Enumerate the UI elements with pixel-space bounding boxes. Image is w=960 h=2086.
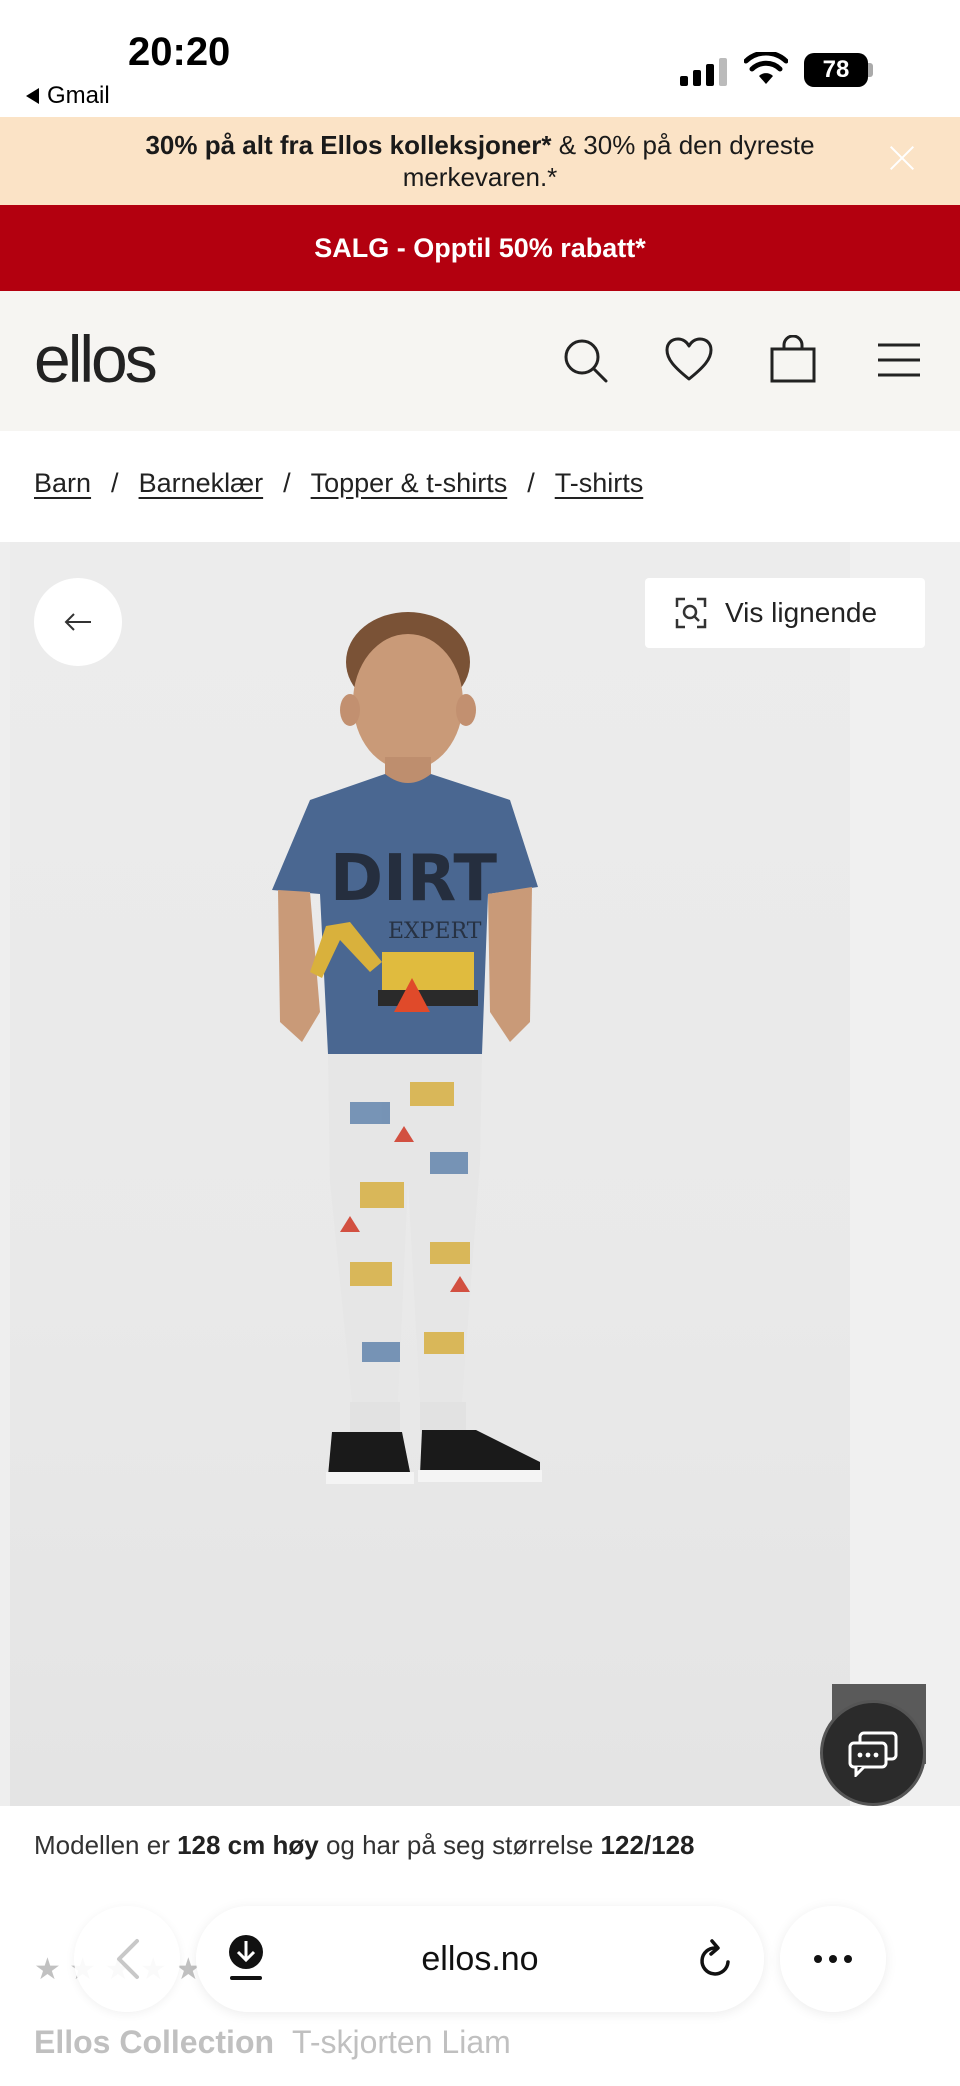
browser-back-button[interactable] [74, 1906, 180, 2012]
show-similar-label: Vis lignende [725, 597, 878, 628]
chat-button[interactable] [820, 1700, 926, 1806]
shopping-bag-icon[interactable] [768, 335, 818, 385]
model-info-middle: og har på seg størrelse [318, 1830, 601, 1860]
wifi-icon [744, 52, 788, 84]
product-brand: Ellos Collection [34, 2024, 275, 2060]
search-icon[interactable] [560, 335, 610, 385]
breadcrumb-separator: / [527, 468, 535, 498]
model-info: Modellen er 128 cm høy og har på seg stø… [34, 1830, 695, 1861]
url-text: ellos.no [421, 1940, 539, 1978]
promo-bold-text: 30% på alt fra Ellos kolleksjoner* [145, 130, 552, 160]
model-info-prefix: Modellen er [34, 1830, 178, 1860]
product-gallery[interactable]: DIRT EXPERT Vis lignende [0, 542, 960, 1806]
menu-icon[interactable] [874, 335, 924, 385]
product-title: Ellos Collection T-skjorten Liam [34, 2024, 511, 2061]
promo-banner[interactable]: 30% på alt fra Ellos kolleksjoner* & 30%… [0, 117, 960, 205]
address-bar[interactable]: ellos.no [196, 1906, 764, 2012]
breadcrumb-topper[interactable]: Topper & t-shirts [311, 468, 508, 499]
ellos-logo[interactable]: ellos [34, 321, 158, 397]
promo-close-icon[interactable] [888, 144, 916, 172]
more-dot [844, 1955, 852, 1963]
gallery-back-button[interactable] [34, 578, 122, 666]
more-dot [814, 1955, 822, 1963]
product-photo[interactable]: DIRT EXPERT [10, 542, 850, 1806]
breadcrumb-barn[interactable]: Barn [34, 468, 91, 499]
battery-cap [868, 63, 873, 77]
site-header: ellos [0, 291, 960, 431]
battery-level: 78 [822, 56, 850, 83]
model-size: 122/128 [600, 1830, 695, 1860]
more-dot [829, 1955, 837, 1963]
product-name: T-skjorten Liam [292, 2024, 511, 2060]
visual-search-icon [675, 597, 707, 629]
breadcrumb-separator: / [111, 468, 119, 498]
chevron-left-icon [117, 1939, 139, 1979]
svg-text:DIRT: DIRT [330, 842, 497, 916]
show-similar-button[interactable]: Vis lignende [645, 578, 925, 648]
svg-text:EXPERT: EXPERT [388, 919, 482, 944]
next-photo-peek[interactable] [850, 542, 960, 1806]
more-options-button[interactable] [780, 1906, 886, 2012]
status-bar: 20:20 Gmail 78 [0, 0, 960, 117]
back-triangle-icon [26, 88, 39, 104]
model-illustration: DIRT EXPERT [272, 612, 542, 1484]
breadcrumb-separator: / [283, 468, 291, 498]
breadcrumb-t-shirts[interactable]: T-shirts [555, 468, 644, 499]
heart-icon[interactable] [664, 335, 714, 385]
status-time: 20:20 [128, 30, 231, 74]
back-to-app-link[interactable]: Gmail [26, 82, 110, 110]
model-height: 128 cm høy [177, 1830, 319, 1860]
sale-banner[interactable]: SALG - Opptil 50% rabatt* [0, 205, 960, 291]
reload-icon[interactable] [696, 1936, 736, 1980]
sale-text: SALG - Opptil 50% rabatt* [314, 232, 646, 263]
breadcrumb-barneklaer[interactable]: Barneklær [139, 468, 264, 499]
breadcrumb: Barn / Barneklær / Topper & t-shirts / T… [34, 468, 643, 499]
battery-icon: 78 [804, 53, 868, 87]
chat-icon [848, 1731, 898, 1777]
arrow-left-icon [64, 613, 91, 631]
back-app-label: Gmail [47, 82, 110, 109]
cellular-signal-icon [680, 56, 727, 86]
